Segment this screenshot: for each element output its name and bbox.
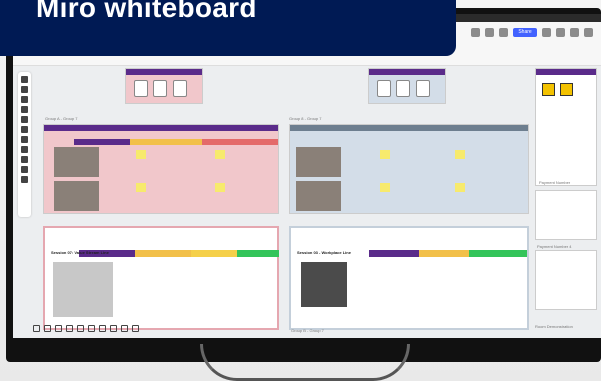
banner-title: Miro whiteboard: [36, 0, 257, 23]
diagram-photo: [53, 262, 113, 317]
person-avatar: [542, 83, 555, 96]
mini-card: [396, 80, 410, 97]
sticky-note[interactable]: [215, 183, 225, 192]
shop-photo: [296, 147, 341, 177]
mini-card: [134, 80, 148, 97]
text-icon[interactable]: [21, 96, 28, 103]
top-group-card-left: [125, 68, 203, 104]
panel-label: Payment Number: [539, 180, 571, 185]
group-label-left: Group A - Group 7: [45, 116, 78, 121]
session-board-right: Session 03 - Workplace Line: [289, 226, 529, 330]
middle-board-left: [43, 124, 279, 214]
hash-icon[interactable]: [21, 156, 28, 163]
sticky-note[interactable]: [380, 183, 390, 192]
more-icon[interactable]: [132, 325, 139, 332]
bottom-center-label: Group B - Group 7: [291, 328, 324, 333]
sticky-note[interactable]: [136, 150, 146, 159]
monitor-stand: [200, 344, 410, 381]
bottom-toolbar: [33, 325, 139, 332]
select-icon[interactable]: [21, 76, 28, 83]
board-canvas[interactable]: Group A - Group 7 Group 8 - Group 7 Sess…: [13, 66, 601, 338]
comment-icon[interactable]: [556, 28, 565, 37]
share-button[interactable]: Share: [513, 28, 537, 37]
video-icon[interactable]: [110, 325, 117, 332]
sticky-note[interactable]: [455, 150, 465, 159]
scrap-photo: [301, 262, 347, 307]
card-icon[interactable]: [77, 325, 84, 332]
sticky-note[interactable]: [380, 150, 390, 159]
panel-label-2: Payment Number 4: [537, 244, 572, 249]
right-panel-card: [535, 190, 597, 240]
mini-card: [173, 80, 187, 97]
left-toolbar: [18, 72, 31, 217]
chat-icon[interactable]: [88, 325, 95, 332]
top-group-card-right: [368, 68, 446, 104]
frame-icon[interactable]: [21, 136, 28, 143]
timer-icon[interactable]: [121, 325, 128, 332]
mini-card: [377, 80, 391, 97]
table-icon[interactable]: [21, 86, 28, 93]
right-panel: Payment Number: [535, 68, 597, 186]
session-board-left: Session 07: Value Stream Line: [43, 226, 279, 330]
topbar-actions: Share: [471, 28, 593, 37]
menu-icon[interactable]: [584, 28, 593, 37]
more-icon[interactable]: [21, 176, 28, 183]
bottom-right-label: Room Demonstration: [535, 324, 573, 329]
reaction-icon[interactable]: [471, 28, 480, 37]
add-app-icon[interactable]: [21, 166, 28, 173]
user-avatar[interactable]: [499, 28, 508, 37]
board-icon[interactable]: [55, 325, 62, 332]
sticky-note[interactable]: [455, 183, 465, 192]
shop-photo: [54, 181, 99, 211]
person-avatar: [560, 83, 573, 96]
screen-icon[interactable]: [66, 325, 73, 332]
session-title: Session 03 - Workplace Line: [297, 250, 351, 255]
grid-icon[interactable]: [33, 325, 40, 332]
settings-icon[interactable]: [542, 28, 551, 37]
sticky-note[interactable]: [136, 183, 146, 192]
shape-icon[interactable]: [21, 116, 28, 123]
pen-icon[interactable]: [21, 126, 28, 133]
comment-icon[interactable]: [44, 325, 51, 332]
shop-photo: [296, 181, 341, 211]
sticky-note-icon[interactable]: [21, 106, 28, 113]
mini-card: [153, 80, 167, 97]
right-panel-card: [535, 250, 597, 310]
grid-icon[interactable]: [21, 146, 28, 153]
session-title: Session 07: Value Stream Line: [51, 250, 109, 255]
timer-icon[interactable]: [485, 28, 494, 37]
like-icon[interactable]: [99, 325, 106, 332]
monitor-screen: Share Group A - Group 7 Group 8 - Group …: [13, 14, 601, 338]
shop-photo: [54, 147, 99, 177]
search-icon[interactable]: [570, 28, 579, 37]
group-label-right: Group 8 - Group 7: [289, 116, 322, 121]
middle-board-right: [289, 124, 529, 214]
title-banner: Miro whiteboard: [0, 0, 456, 56]
mini-card: [416, 80, 430, 97]
sticky-note[interactable]: [215, 150, 225, 159]
